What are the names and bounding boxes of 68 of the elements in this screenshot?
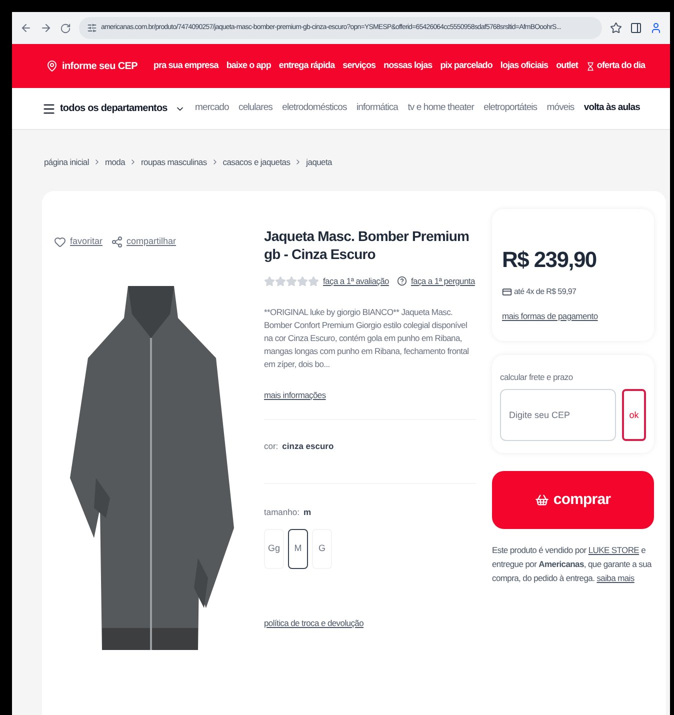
share-icon[interactable]	[110, 236, 123, 248]
department-link[interactable]: informática	[356, 101, 398, 116]
favorite-link[interactable]: favoritar	[70, 234, 103, 248]
product-title: Jaqueta Masc. Bomber Premium gb - Cinza Escuro	[264, 226, 470, 263]
profile-icon[interactable]	[650, 22, 662, 34]
size-option[interactable]: M	[288, 528, 308, 569]
top-link[interactable]: entrega rápida	[278, 59, 335, 73]
top-link[interactable]: serviços	[342, 59, 376, 73]
top-link[interactable]: oferta do dia	[586, 59, 646, 73]
star-icon	[275, 276, 286, 287]
color-value: cinza escuro	[282, 440, 334, 453]
department-link[interactable]: eletrodomésticos	[282, 101, 347, 116]
cep-link[interactable]: informe seu CEP	[46, 58, 138, 74]
more-info-link[interactable]: mais informações	[264, 388, 476, 402]
product-description: **ORIGINAL luke by giorgio BIANCO** Jaqueta Masc. Bomber Confort Premium Giorgio estilo colegial disponível na cor Cinza Escuro, contém gola em punho em Ribana, mangas longas com punho em Ribana, fechamento frontal em zíper, dois bo...	[264, 306, 470, 370]
heart-icon[interactable]	[54, 236, 66, 248]
department-link[interactable]: celulares	[238, 101, 272, 116]
breadcrumb-link[interactable]: casacos e jaquetas	[222, 156, 290, 169]
department-link[interactable]: tv e home theater	[408, 101, 474, 116]
seller-link[interactable]: LUKE STORE	[588, 545, 640, 556]
side-panel-icon[interactable]	[630, 22, 642, 34]
breadcrumb-link[interactable]: página inicial	[44, 156, 89, 169]
share-link[interactable]: compartilhar	[126, 234, 176, 248]
top-link[interactable]: baixe o app	[226, 59, 271, 73]
department-link[interactable]: mercado	[195, 101, 229, 116]
top-link[interactable]: pix parcelado	[440, 59, 492, 73]
seller-link[interactable]: saiba mais	[596, 573, 634, 584]
star-icon	[297, 276, 308, 287]
back-icon[interactable]	[20, 22, 32, 34]
department-link[interactable]: eletroportáteis	[484, 101, 538, 116]
reload-icon[interactable]	[60, 22, 71, 34]
price: R$ 239,90	[502, 246, 598, 274]
return-policy-link[interactable]: política de troca e devolução	[264, 616, 476, 630]
star-icon	[264, 276, 275, 287]
ok-button[interactable]: ok	[622, 389, 646, 442]
top-link[interactable]: nossas lojas	[384, 59, 432, 73]
top-link[interactable]: lojas oficiais	[500, 59, 548, 73]
departments-menu[interactable]: todos os departamentos	[42, 101, 186, 116]
review-link[interactable]: faça a 1ª avaliação	[323, 274, 389, 288]
shipping-label: calcular frete e prazo	[500, 370, 574, 384]
size-value: m	[303, 506, 312, 519]
question-link[interactable]: faça a 1ª pergunta	[410, 274, 475, 288]
cep-input[interactable]: Digite seu CEP	[500, 389, 616, 442]
color-label: cor:	[264, 440, 278, 453]
menu-icon	[42, 102, 56, 116]
breadcrumb-link[interactable]: roupas masculinas	[141, 156, 207, 169]
breadcrumb-link[interactable]: jaqueta	[306, 156, 332, 169]
breadcrumb-link[interactable]: moda	[104, 156, 126, 169]
department-link[interactable]: móveis	[546, 101, 574, 116]
size-option[interactable]: Gg	[264, 528, 284, 569]
installments-text: até 4x de R$ 59,97	[514, 286, 576, 298]
location-pin-icon	[46, 60, 58, 72]
size-label: tamanho:	[264, 506, 300, 519]
buy-button[interactable]: comprar	[492, 471, 654, 530]
credit-card-icon	[502, 286, 512, 297]
top-link[interactable]: pra sua empresa	[154, 59, 218, 73]
top-link[interactable]: outlet	[556, 59, 578, 73]
site-settings-icon[interactable]	[87, 23, 97, 33]
department-link[interactable]: volta às aulas	[584, 101, 640, 116]
size-option[interactable]: G	[312, 528, 332, 569]
seller-info: Este produto é vendido por LUKE STORE e entregue por Americanas, que garante a sua compra, do pedido à entrega. saiba mais	[492, 544, 653, 586]
bookmark-star-icon[interactable]	[610, 22, 622, 34]
star-icon	[308, 276, 319, 287]
star-icon	[286, 276, 297, 287]
forward-icon[interactable]	[40, 22, 52, 34]
question-icon	[396, 276, 407, 286]
basket-icon	[535, 493, 550, 508]
payment-options-link[interactable]: mais formas de pagamento	[502, 310, 644, 322]
